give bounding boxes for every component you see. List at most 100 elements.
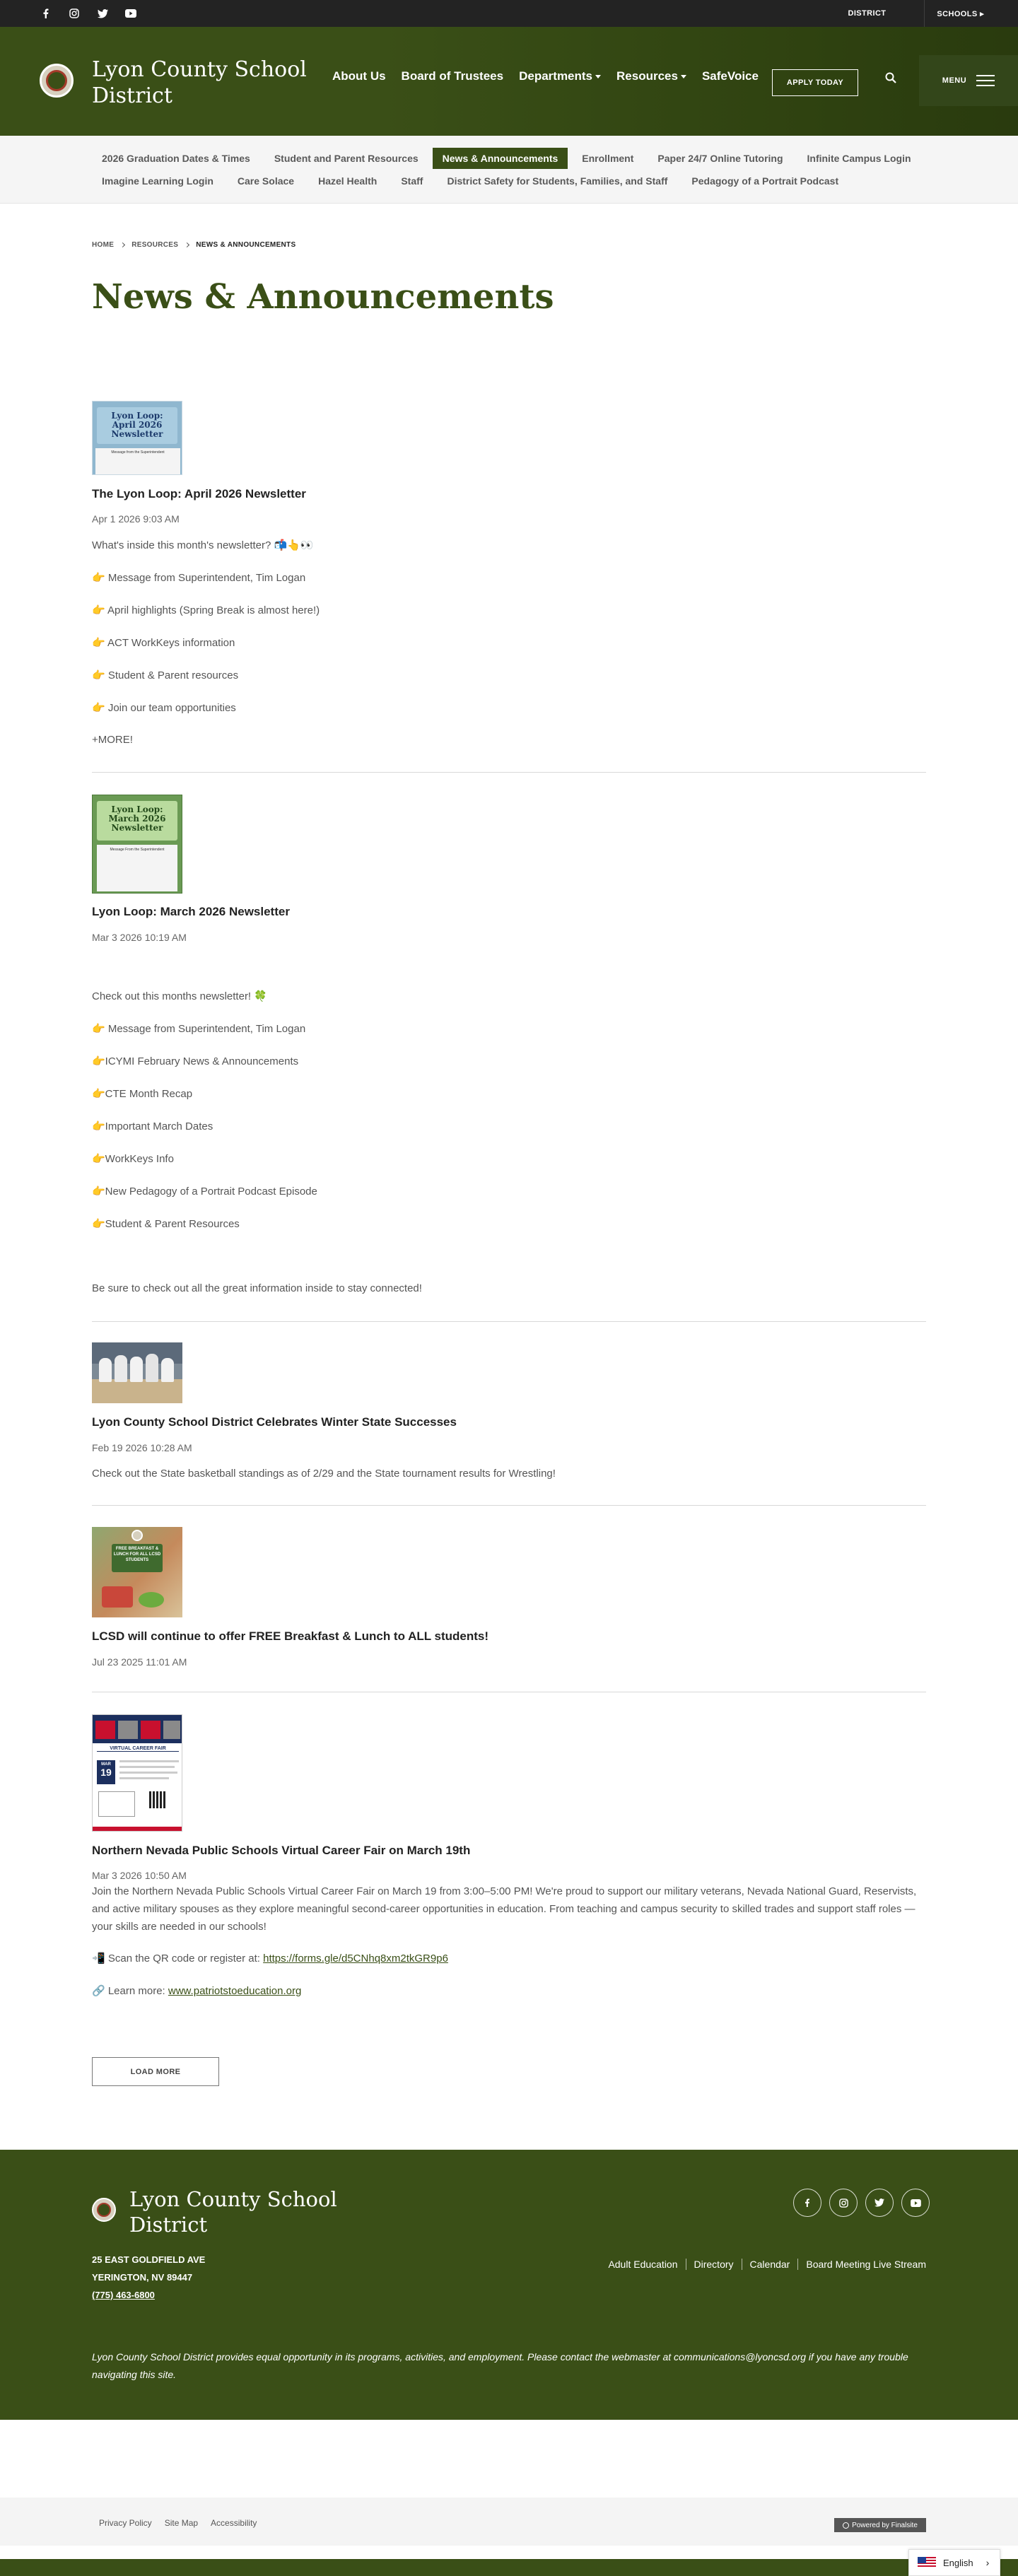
language-selector[interactable]: English › [908,2549,1000,2576]
footer-link-calendar[interactable]: Calendar [741,2259,798,2270]
powered-by-badge[interactable]: Powered by Finalsite [834,2518,926,2532]
footer-link-adult-education[interactable]: Adult Education [600,2259,685,2270]
thumbnail-caption: Message From the Superintendent [110,848,165,852]
subnav-item-district-safety[interactable]: District Safety for Students, Families, … [437,170,677,192]
news-title[interactable]: Lyon County School District Celebrates W… [92,1415,457,1429]
footer-link-board-live-stream[interactable]: Board Meeting Live Stream [797,2259,926,2270]
twitter-icon[interactable] [96,7,109,20]
youtube-icon[interactable] [901,2189,930,2217]
youtube-icon[interactable] [124,7,137,20]
news-text: Be sure to check out all the great infor… [92,1282,422,1294]
load-more-button[interactable]: LOAD MORE [92,2057,219,2086]
instagram-icon[interactable] [829,2189,858,2217]
news-item: FREE BREAKFAST & LUNCH FOR ALL LCSD STUD… [92,1527,926,1675]
menu-button[interactable]: MENU [919,55,1018,106]
schools-link[interactable]: SCHOOLS ▸ [937,9,984,18]
schools-label: SCHOOLS [937,9,978,18]
news-summary: Check out the State basketball standings… [92,1468,556,1480]
learn-more-link[interactable]: www.patriotstoeducation.org [168,1985,301,1997]
twitter-icon[interactable] [865,2189,894,2217]
footer-title[interactable]: Lyon County School District [129,2186,356,2237]
news-thumbnail[interactable]: Lyon Loop: April 2026 Newsletter Message… [92,401,182,475]
facebook-icon[interactable] [793,2189,821,2217]
equal-opportunity-statement: Lyon County School District provides equ… [92,2351,908,2380]
breadcrumb-home[interactable]: HOME [92,241,114,249]
subnav-item-enrollment[interactable]: Enrollment [572,148,643,169]
subnav-item-staff[interactable]: Staff [391,170,433,192]
subnav-item-infinite-campus[interactable]: Infinite Campus Login [797,148,921,169]
news-text: 👉CTE Month Recap [92,1088,193,1100]
news-title[interactable]: Lyon Loop: March 2026 Newsletter [92,905,290,919]
footer-logo[interactable] [92,2198,116,2222]
divider [92,1321,926,1322]
thumbnail-caption: Message from the Superintendent [111,450,165,455]
site-header: Lyon County School District About Us Boa… [0,27,1018,136]
subnav-item-student-parent-resources[interactable]: Student and Parent Resources [264,148,428,169]
news-item: VIRTUAL CAREER FAIR MAR 19 Northern Neva… [92,1714,926,2011]
thumbnail-title: Lyon Loop: March 2026 Newsletter [108,804,166,833]
news-text: 👉 April highlights (Spring Break is almo… [92,604,320,616]
page-title: News & Announcements [92,277,554,317]
nav-departments[interactable]: Departments [519,69,601,83]
subnav-item-imagine-learning[interactable]: Imagine Learning Login [92,170,223,192]
news-text: 📲 Scan the QR code or register at: https… [92,1952,448,1965]
us-flag-icon [918,2557,936,2568]
site-title[interactable]: Lyon County School District [92,57,325,109]
subnav-item-news-announcements[interactable]: News & Announcements [432,148,568,169]
instagram-icon[interactable] [68,7,81,20]
menu-label: MENU [942,76,967,85]
news-thumbnail[interactable]: VIRTUAL CAREER FAIR MAR 19 [92,1714,182,1832]
news-title[interactable]: The Lyon Loop: April 2026 Newsletter [92,487,306,501]
breadcrumb-current: NEWS & ANNOUNCEMENTS [196,241,296,249]
breadcrumb-resources[interactable]: RESOURCES [131,241,178,249]
bottom-strip [0,2559,1018,2576]
chevron-right-icon: › [985,2557,990,2568]
social-links [40,0,137,27]
utility-links: DISTRICT SCHOOLS ▸ [848,0,984,27]
footer-phone[interactable]: (775) 463-6800 [92,2290,155,2300]
subnav-item-portrait-podcast[interactable]: Pedagogy of a Portrait Podcast [681,170,848,192]
privacy-policy-link[interactable]: Privacy Policy [99,2518,152,2528]
nav-about-us[interactable]: About Us [332,69,386,83]
news-text: What's inside this month's newsletter? 📬… [92,539,314,551]
news-thumbnail[interactable]: Lyon Loop: March 2026 Newsletter Message… [92,795,182,894]
subnav-item-hazel-health[interactable]: Hazel Health [308,170,387,192]
district-link[interactable]: DISTRICT [848,9,886,18]
apply-today-button[interactable]: APPLY TODAY [772,69,858,96]
subnav-item-paper-tutoring[interactable]: Paper 24/7 Online Tutoring [648,148,792,169]
nav-resources[interactable]: Resources [616,69,686,83]
footer-link-directory[interactable]: Directory [685,2259,742,2270]
news-date: Jul 23 2025 11:01 AM [92,1656,187,1668]
news-text: 👉 Message from Superintendent, Tim Logan [92,1023,306,1035]
subnav-item-graduation-dates[interactable]: 2026 Graduation Dates & Times [92,148,260,169]
register-link[interactable]: https://forms.gle/d5CNhq8xm2tkGR9p6 [263,1953,448,1965]
site-footer: Lyon County School District 25 EAST GOLD… [0,2150,1018,2420]
news-text: 👉New Pedagogy of a Portrait Podcast Epis… [92,1185,317,1198]
accessibility-link[interactable]: Accessibility [211,2518,257,2528]
thumbnail-title: FREE BREAKFAST & LUNCH FOR ALL LCSD STUD… [113,1547,161,1562]
nav-safevoice[interactable]: SafeVoice [702,69,759,83]
divider [92,772,926,773]
news-item: Lyon County School District Celebrates W… [92,1342,926,1484]
site-map-link[interactable]: Site Map [165,2518,198,2528]
nav-board-of-trustees[interactable]: Board of Trustees [402,69,504,83]
search-icon[interactable] [885,72,903,90]
district-logo[interactable] [40,64,74,98]
footer-links: Adult Education Directory Calendar Board… [600,2259,926,2270]
subnav-item-care-solace[interactable]: Care Solace [228,170,304,192]
news-title[interactable]: LCSD will continue to offer FREE Breakfa… [92,1629,488,1644]
news-text: 👉Important March Dates [92,1120,213,1132]
news-thumbnail[interactable] [92,1342,182,1403]
breadcrumb: HOME RESOURCES NEWS & ANNOUNCEMENTS [92,241,296,249]
news-date: Apr 1 2026 9:03 AM [92,513,180,525]
news-text: Join the Northern Nevada Public Schools … [92,1885,917,1933]
thumbnail-title: VIRTUAL CAREER FAIR [97,1746,179,1752]
news-text: 👉 ACT WorkKeys information [92,637,235,649]
news-thumbnail[interactable]: FREE BREAKFAST & LUNCH FOR ALL LCSD STUD… [92,1527,182,1617]
news-text: 👉ICYMI February News & Announcements [92,1055,299,1067]
news-title[interactable]: Northern Nevada Public Schools Virtual C… [92,1844,470,1858]
news-date: Feb 19 2026 10:28 AM [92,1442,192,1453]
footer-address-line2: YERINGTON, NV 89447 [92,2272,193,2283]
facebook-icon[interactable] [40,7,52,20]
powered-by-label: Powered by Finalsite [852,2521,918,2529]
